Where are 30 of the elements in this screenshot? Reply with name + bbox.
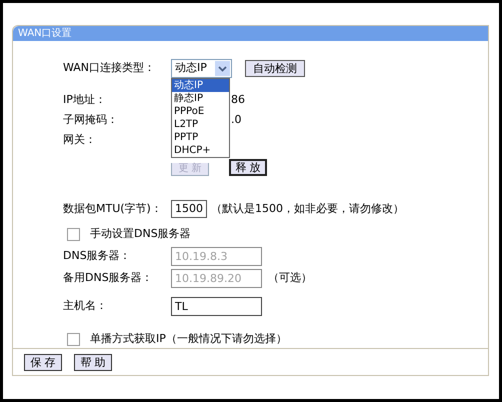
- dropdown-option[interactable]: 动态IP: [172, 79, 229, 92]
- dropdown-option[interactable]: PPTP: [172, 131, 229, 144]
- field-label: WAN口连接类型：: [63, 60, 156, 76]
- field-label: 网关：: [63, 132, 96, 148]
- connection-type-select[interactable]: 动态IP: [171, 58, 232, 78]
- release-button[interactable]: 释 放: [229, 159, 267, 176]
- field-value: 86: [231, 92, 245, 108]
- auto-detect-button[interactable]: 自动检测: [245, 60, 305, 76]
- field-label: 主机名：: [63, 298, 108, 314]
- optional-note: （可选）: [268, 270, 312, 286]
- field-label: 子网掩码：: [63, 112, 118, 128]
- checkbox[interactable]: [67, 332, 80, 346]
- text-input[interactable]: TL: [171, 296, 262, 316]
- checkbox[interactable]: [67, 228, 80, 240]
- mtu-hint: （默认是1500，如非必要，请勿修改）: [211, 200, 404, 217]
- checkbox-label: 单播方式获取IP（一般情况下请勿选择）: [90, 330, 287, 347]
- panel-title: WAN口设置: [18, 26, 72, 41]
- help-button[interactable]: 帮 助: [74, 354, 112, 370]
- mtu-input[interactable]: 1500: [171, 200, 207, 218]
- field-label: 数据包MTU(字节)：: [63, 200, 163, 217]
- field-label: 备用DNS服务器：: [63, 270, 154, 286]
- save-button[interactable]: 保 存: [24, 354, 62, 370]
- dropdown-option[interactable]: L2TP: [172, 118, 229, 131]
- field-value: .0: [231, 112, 242, 128]
- dropdown-option[interactable]: PPPoE: [172, 105, 229, 118]
- field-label: IP地址：: [63, 92, 106, 108]
- dropdown-option[interactable]: DHCP+: [172, 144, 229, 157]
- field-label: DNS服务器：: [63, 248, 132, 264]
- dropdown-option[interactable]: 静态IP: [172, 92, 229, 105]
- checkbox-label: 手动设置DNS服务器: [90, 226, 191, 242]
